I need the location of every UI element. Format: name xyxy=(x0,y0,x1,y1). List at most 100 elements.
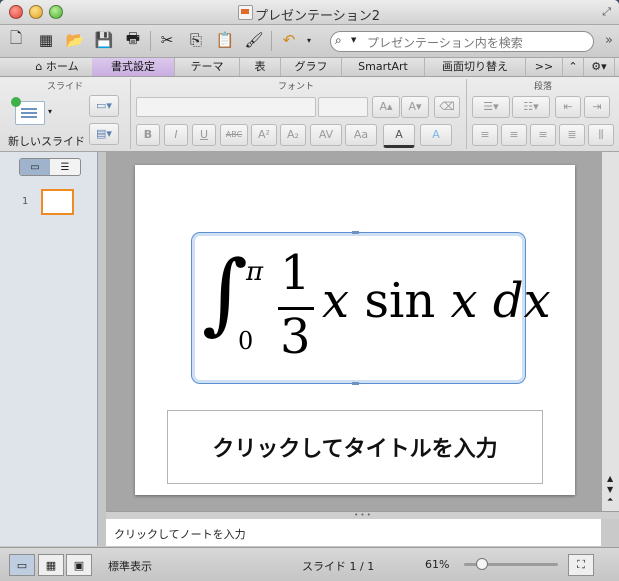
format-painter-icon[interactable]: 🖌 xyxy=(243,29,265,51)
slide-editing-area: ∫ π 0 1 3 x sin x dx クリックしてタイトルを入力 xyxy=(106,152,601,511)
tab-charts[interactable]: グラフ xyxy=(281,58,342,76)
collapse-ribbon-icon[interactable]: ⌃ xyxy=(563,58,584,76)
chevron-down-icon[interactable]: ▾ xyxy=(48,107,52,116)
new-slide-icon[interactable] xyxy=(11,97,45,125)
template-gallery-icon[interactable]: ▦ xyxy=(35,29,57,51)
slides-group-label: スライド xyxy=(46,82,83,92)
cut-icon[interactable]: ✂ xyxy=(156,29,178,51)
search-icon: ⌕ xyxy=(335,33,342,47)
italic-button[interactable]: I xyxy=(164,124,188,146)
integral-lower-bound: 0 xyxy=(238,327,254,355)
tab-overflow[interactable]: >> xyxy=(526,58,563,76)
numbering-icon[interactable]: ☷▾ xyxy=(512,96,550,118)
grow-font-button[interactable]: A▴ xyxy=(372,96,400,118)
search-placeholder: プレゼンテーション内を検索 xyxy=(367,36,523,50)
pane-view-toggle: ▭ ☰ xyxy=(19,158,81,176)
minimize-button[interactable] xyxy=(29,5,43,19)
scroll-down-icon[interactable]: ▼ xyxy=(607,485,613,494)
tab-tables[interactable]: 表 xyxy=(240,58,281,76)
fit-to-window-icon[interactable]: ⛶ xyxy=(568,554,594,576)
ribbon-settings-gear-icon[interactable]: ⚙▾ xyxy=(584,58,615,76)
new-slide-button[interactable]: 新しいスライド xyxy=(8,133,85,149)
justify-icon[interactable]: ≣ xyxy=(559,124,585,146)
fullscreen-icon[interactable]: ⤢ xyxy=(602,5,611,19)
section-icon[interactable]: ▤▾ xyxy=(89,123,119,145)
font-group-label: フォント xyxy=(277,82,314,92)
status-bar: ▭ ▦ ▣ 標準表示 スライド 1 / 1 61% ⛶ xyxy=(0,547,619,581)
slide-show-view-icon[interactable]: ▣ xyxy=(66,554,92,576)
change-case-button[interactable]: Aa xyxy=(345,124,377,146)
notes-placeholder: クリックしてノートを入力 xyxy=(114,528,246,541)
clear-formatting-icon[interactable]: ⌫ xyxy=(434,96,460,118)
notes-splitter[interactable]: • • • xyxy=(106,511,619,519)
text-effects-button[interactable]: A xyxy=(420,124,452,146)
integral-sign: ∫ xyxy=(202,241,248,344)
standard-toolbar: 🗋 ▦ 📂 💾 🖶 ✂ ⎘ 📋 🖌 ↶ ▾ ⌕ ▼ プレゼンテーション内を検索 … xyxy=(0,25,619,58)
resize-handle[interactable] xyxy=(352,231,359,234)
home-icon: ⌂ xyxy=(35,60,43,73)
normal-view-icon[interactable]: ▭ xyxy=(9,554,35,576)
shrink-font-button[interactable]: A▾ xyxy=(401,96,429,118)
view-name: 標準表示 xyxy=(108,560,152,573)
undo-icon[interactable]: ↶ xyxy=(278,29,300,51)
tab-home[interactable]: ⌂ ホーム xyxy=(22,58,93,76)
slide-canvas[interactable]: ∫ π 0 1 3 x sin x dx クリックしてタイトルを入力 xyxy=(135,165,575,495)
zoom-percent[interactable]: 61% xyxy=(425,558,449,571)
search-field[interactable]: ⌕ ▼ プレゼンテーション内を検索 xyxy=(330,31,594,52)
increase-indent-icon[interactable]: ⇥ xyxy=(584,96,610,118)
new-presentation-icon[interactable]: 🗋 xyxy=(5,29,27,51)
font-color-button[interactable]: A xyxy=(383,124,415,148)
equation-object[interactable]: ∫ π 0 1 3 x sin x dx xyxy=(191,231,551,385)
zoom-slider-knob[interactable] xyxy=(476,558,488,570)
strikethrough-button[interactable]: ABC xyxy=(220,124,248,146)
toolbar-overflow-button[interactable]: » xyxy=(605,33,613,48)
tab-smartart[interactable]: SmartArt xyxy=(342,58,425,76)
fraction-numerator: 1 xyxy=(280,245,311,301)
undo-dropdown-icon[interactable]: ▾ xyxy=(298,29,320,51)
close-button[interactable] xyxy=(9,5,23,19)
tab-transitions[interactable]: 画面切り替え xyxy=(425,58,526,76)
slides-view-icon[interactable]: ▭ xyxy=(20,159,50,175)
bullets-icon[interactable]: ☰▾ xyxy=(472,96,510,118)
notes-pane[interactable]: クリックしてノートを入力 xyxy=(106,519,601,546)
slide-thumbnail[interactable] xyxy=(41,189,74,215)
document-icon xyxy=(238,5,253,20)
decrease-indent-icon[interactable]: ⇤ xyxy=(555,96,581,118)
chevron-down-icon[interactable]: ▼ xyxy=(351,36,356,44)
layout-icon[interactable]: ▭▾ xyxy=(89,95,119,117)
font-size-select[interactable] xyxy=(318,97,368,117)
bold-button[interactable]: B xyxy=(136,124,160,146)
zoom-button[interactable] xyxy=(49,5,63,19)
pane-splitter[interactable] xyxy=(98,152,106,546)
align-center-icon[interactable]: ≡ xyxy=(501,124,527,146)
subscript-button[interactable]: A₂ xyxy=(280,124,306,146)
copy-icon[interactable]: ⎘ xyxy=(185,29,207,51)
print-icon[interactable]: 🖶 xyxy=(122,29,144,51)
scroll-up-icon[interactable]: ▲ xyxy=(607,474,613,483)
powerpoint-window: プレゼンテーション2 ⤢ 🗋 ▦ 📂 💾 🖶 ✂ ⎘ 📋 🖌 ↶ ▾ ⌕ ▼ プ… xyxy=(0,0,619,581)
fraction-denominator: 3 xyxy=(280,309,311,365)
superscript-button[interactable]: A² xyxy=(251,124,277,146)
tab-themes[interactable]: テーマ xyxy=(175,58,240,76)
align-left-icon[interactable]: ≡ xyxy=(472,124,498,146)
title-placeholder[interactable]: クリックしてタイトルを入力 xyxy=(167,410,543,484)
columns-icon[interactable]: ⫼ xyxy=(588,124,614,146)
toolbar-separator xyxy=(271,31,272,51)
character-spacing-button[interactable]: AV xyxy=(310,124,342,146)
slide-sorter-view-icon[interactable]: ▦ xyxy=(38,554,64,576)
integrand: x sin x dx xyxy=(322,273,551,329)
font-name-select[interactable] xyxy=(136,97,316,117)
ribbon-tabs: ⌂ ホーム 書式設定 テーマ 表 グラフ SmartArt 画面切り替え >> … xyxy=(0,58,619,77)
vertical-scrollbar[interactable]: ▲ ▼ ⏶ xyxy=(601,152,619,511)
resize-handle[interactable] xyxy=(352,382,359,385)
underline-button[interactable]: U xyxy=(192,124,216,146)
paste-icon[interactable]: 📋 xyxy=(214,29,236,51)
tab-format[interactable]: 書式設定 xyxy=(92,58,175,76)
open-folder-icon[interactable]: 📂 xyxy=(64,29,86,51)
previous-slide-icon[interactable]: ⏶ xyxy=(607,495,613,505)
window-title: プレゼンテーション2 xyxy=(255,9,381,24)
save-icon[interactable]: 💾 xyxy=(93,29,115,51)
align-right-icon[interactable]: ≡ xyxy=(530,124,556,146)
paragraph-group-label: 段落 xyxy=(533,82,552,92)
outline-view-icon[interactable]: ☰ xyxy=(50,159,80,175)
